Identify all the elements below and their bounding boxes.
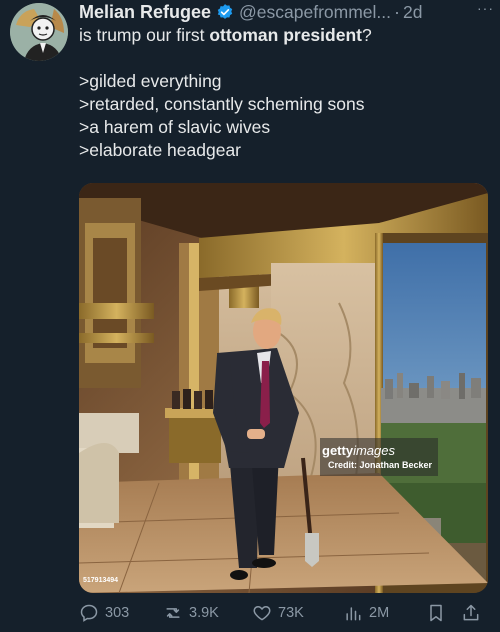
tweet-text: is trump our first ottoman president? >g… (79, 24, 494, 162)
more-options-icon[interactable]: ··· (477, 0, 494, 16)
reply-icon (80, 604, 98, 622)
tweet-header: Melian Refugee @escapefrommel... · 2d (79, 0, 500, 24)
avatar[interactable] (10, 3, 68, 61)
verified-badge-icon (216, 3, 234, 21)
analytics-icon (346, 607, 361, 621)
view-count: 2M (369, 605, 390, 621)
reply-count: 303 (105, 605, 130, 621)
tweet-text-line-4: >a harem of slavic wives (79, 117, 271, 137)
tweet-text-line-5: >elaborate headgear (79, 140, 242, 160)
photo-credit: Credit: Jonathan Becker (328, 460, 433, 470)
display-name[interactable]: Melian Refugee (79, 0, 211, 24)
reply-button[interactable]: 303 (79, 598, 129, 628)
timestamp[interactable]: 2d (403, 0, 422, 24)
bookmark-button[interactable] (426, 598, 452, 628)
separator-dot: · (394, 2, 401, 22)
share-button[interactable] (461, 598, 487, 628)
tweet-text-line-2: >gilded everything (79, 71, 222, 91)
like-count: 73K (278, 605, 304, 621)
retweet-button[interactable]: 3.9K (163, 598, 219, 628)
action-bar: 303 3.9K 73K 2M (79, 598, 489, 628)
heart-icon (253, 606, 271, 621)
like-button[interactable]: 73K (252, 598, 304, 628)
retweet-icon (166, 608, 180, 618)
image-id-label: 517913494 (83, 577, 119, 584)
retweet-count: 3.9K (189, 605, 219, 621)
tweet-text-line-1: is trump our first ottoman president? (79, 25, 372, 45)
share-icon (463, 604, 479, 621)
user-handle[interactable]: @escapefrommel... (239, 0, 391, 24)
bookmark-icon (430, 604, 442, 622)
getty-images-watermark: gettyimages (322, 443, 395, 458)
tweet-text-line-3: >retarded, constantly scheming sons (79, 94, 365, 114)
views-button[interactable]: 2M (343, 598, 389, 628)
tweet-photo[interactable] (79, 183, 488, 593)
